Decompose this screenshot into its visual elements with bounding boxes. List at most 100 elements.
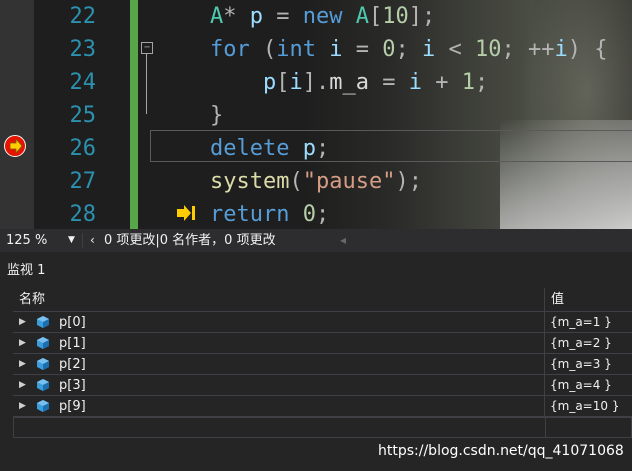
line-number: 26 xyxy=(69,136,97,161)
code-token: i xyxy=(422,37,436,62)
horizontal-scroll-left-icon[interactable]: ◂ xyxy=(340,229,346,252)
line-number: 28 xyxy=(69,202,97,227)
code-token: i xyxy=(289,70,303,95)
watch-row[interactable]: ▶ p[9] {m_a=10 } xyxy=(13,396,632,417)
column-splitter[interactable] xyxy=(544,288,545,311)
object-cube-icon xyxy=(37,358,49,370)
code-token: ; xyxy=(395,37,422,62)
code-token: ); xyxy=(395,169,422,194)
code-text[interactable]: system("pause"); xyxy=(210,165,422,198)
watch-item-value[interactable]: {m_a=3 } xyxy=(550,354,612,375)
code-line[interactable]: 25} xyxy=(0,99,632,132)
arrow-right-icon xyxy=(10,139,22,153)
code-token: 10 xyxy=(475,37,502,62)
column-header-name[interactable]: 名称 xyxy=(19,288,45,311)
code-token: return xyxy=(210,202,290,227)
object-cube-icon xyxy=(37,337,49,349)
column-header-value[interactable]: 值 xyxy=(551,288,564,311)
watch-row[interactable]: ▶ p[2] {m_a=3 } xyxy=(13,354,632,375)
code-token: ; xyxy=(315,202,330,227)
code-token: ]; xyxy=(408,4,436,29)
code-token: 10 xyxy=(382,4,409,29)
code-token: 0 xyxy=(382,37,396,62)
watch-grid-header: 名称 值 xyxy=(13,288,632,312)
code-text[interactable]: for (int i = 0; i < 10; ++i) { xyxy=(210,33,607,66)
code-token: = xyxy=(263,4,303,29)
divider xyxy=(82,233,83,248)
code-token: [ xyxy=(276,70,290,95)
code-line[interactable]: 22 A* p = new A[10]; xyxy=(0,0,632,33)
expand-arrow-icon[interactable]: ▶ xyxy=(19,396,26,417)
line-number: 27 xyxy=(69,169,97,194)
line-number: 25 xyxy=(69,103,97,128)
expand-arrow-icon[interactable]: ▶ xyxy=(19,333,26,354)
column-divider xyxy=(544,375,545,396)
code-text[interactable]: A* p = new A[10]; xyxy=(210,0,435,33)
code-token: i xyxy=(408,70,422,95)
code-token: 1 xyxy=(461,70,475,95)
code-line[interactable]: 28 return 0; xyxy=(0,198,632,229)
code-editor[interactable]: 22 A* p = new A[10]; 23 for (int i = 0; i <… xyxy=(0,0,632,229)
column-divider xyxy=(544,312,545,333)
code-token: ( xyxy=(249,37,277,62)
code-line[interactable]: 24 p[i].m_a = i + 1; xyxy=(0,66,632,99)
code-token: = xyxy=(342,37,383,62)
code-token: A xyxy=(210,4,224,29)
line-number: 22 xyxy=(69,4,97,29)
code-token: "pause" xyxy=(302,169,396,194)
watch-item-value[interactable]: {m_a=2 } xyxy=(550,333,612,354)
horizontal-scrollbar[interactable] xyxy=(352,231,632,250)
code-text[interactable]: p[i].m_a = i + 1; xyxy=(210,66,488,99)
line-number: 24 xyxy=(69,70,97,95)
code-token: ) { xyxy=(567,37,608,62)
code-token: for xyxy=(210,37,250,62)
zoom-dropdown[interactable]: 125 % ▼ xyxy=(2,231,78,250)
watch-item-value[interactable]: {m_a=10 } xyxy=(550,396,619,417)
expand-arrow-icon[interactable]: ▶ xyxy=(19,354,26,375)
column-divider xyxy=(544,333,545,354)
code-token: i xyxy=(554,37,568,62)
breakpoint-current-statement-icon[interactable] xyxy=(4,135,26,157)
zoom-level: 125 % xyxy=(6,233,48,248)
outline-guide-line xyxy=(146,54,147,114)
watch-item-value[interactable]: {m_a=4 } xyxy=(550,375,612,396)
watch-item-value[interactable]: {m_a=1 } xyxy=(550,312,612,333)
watermark-url: https://blog.csdn.net/qq_41071068 xyxy=(378,443,624,459)
code-line[interactable]: 23 for (int i = 0; i < 10; ++i) { xyxy=(0,33,632,66)
code-token: A xyxy=(355,4,369,29)
expand-arrow-icon[interactable]: ▶ xyxy=(19,312,26,333)
code-token: ( xyxy=(289,169,303,194)
watch-window-title[interactable]: 监视 1 xyxy=(0,260,632,282)
collapse-block-icon[interactable]: − xyxy=(141,42,153,54)
chevron-down-icon: ▼ xyxy=(68,235,75,245)
code-token: + xyxy=(421,70,462,95)
watch-window: 监视 1 名称 值 ▶ p[0] {m_a=1 } ▶ p[1] {m_a=2 … xyxy=(0,252,632,471)
watch-item-name: p[2] xyxy=(59,357,86,372)
code-token: i xyxy=(329,37,343,62)
current-line-highlight xyxy=(150,130,632,162)
code-token: * xyxy=(223,4,250,29)
watch-row[interactable]: ▶ p[1] {m_a=2 } xyxy=(13,333,632,354)
codelens-changes-indicator[interactable]: 0 项更改|0 名作者，0 项更改 xyxy=(104,229,276,252)
expand-arrow-icon[interactable]: ▶ xyxy=(19,375,26,396)
watch-row[interactable]: ▶ p[0] {m_a=1 } xyxy=(13,312,632,333)
code-token: 0 xyxy=(302,202,316,227)
code-text[interactable]: return 0; xyxy=(210,198,329,229)
chevron-left-icon[interactable]: ‹ xyxy=(90,229,95,252)
watch-item-name: p[0] xyxy=(59,315,86,330)
code-token: ]. xyxy=(302,70,330,95)
code-text[interactable]: } xyxy=(210,99,223,132)
code-token: system xyxy=(210,169,290,194)
step-into-next-statement-icon[interactable] xyxy=(176,203,196,223)
watch-item-name: p[3] xyxy=(59,378,86,393)
code-token: int xyxy=(276,37,316,62)
watch-row[interactable]: ▶ p[3] {m_a=4 } xyxy=(13,375,632,396)
code-token: [ xyxy=(369,4,383,29)
editor-status-strip: 125 % ▼ ‹ 0 项更改|0 名作者，0 项更改 ◂ xyxy=(0,229,632,252)
code-line[interactable]: 27 system("pause"); xyxy=(0,165,632,198)
code-token: } xyxy=(210,103,224,128)
add-watch-row[interactable] xyxy=(13,417,632,438)
